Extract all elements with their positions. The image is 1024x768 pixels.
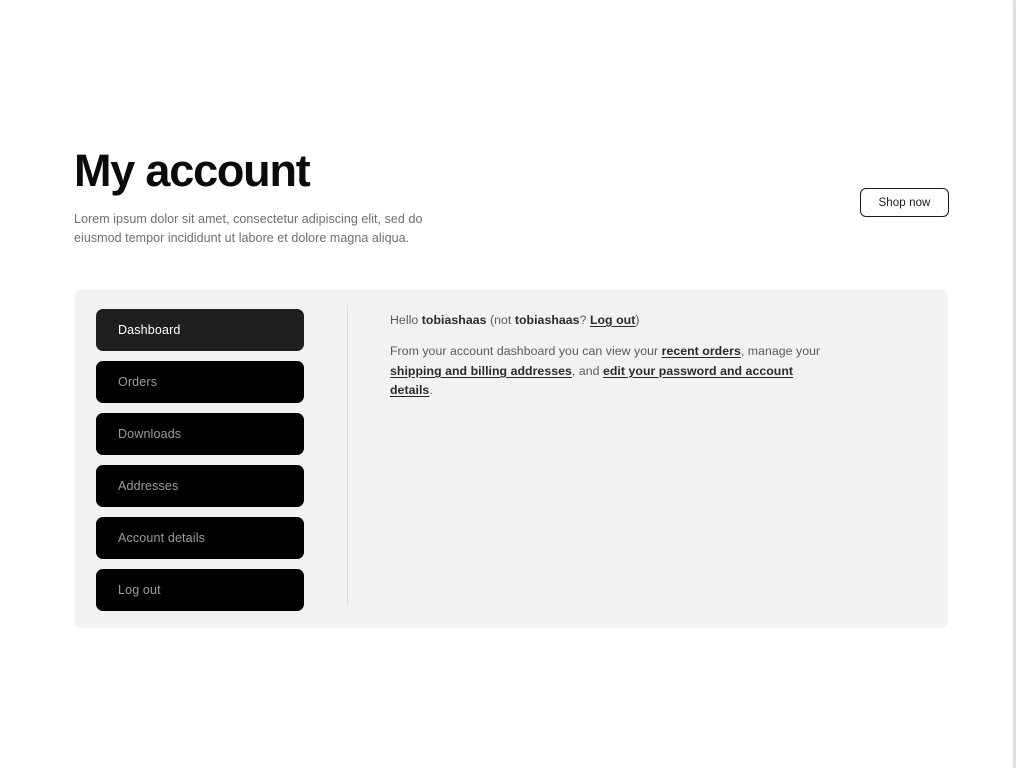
greeting-hello-prefix: Hello: [390, 313, 422, 327]
account-navigation: Dashboard Orders Downloads Addresses Acc…: [96, 309, 304, 611]
sidebar-item-account-details[interactable]: Account details: [96, 517, 304, 559]
shipping-billing-addresses-link[interactable]: shipping and billing addresses: [390, 364, 572, 378]
account-panel: Dashboard Orders Downloads Addresses Acc…: [75, 290, 948, 628]
greeting-line: Hello tobiashaas (not tobiashaas? Log ou…: [390, 311, 835, 329]
panel-divider: [347, 305, 348, 606]
greeting-question-mark: ?: [579, 313, 590, 327]
greeting-closing-paren: ): [635, 313, 640, 327]
page-header: My account Lorem ipsum dolor sit amet, c…: [74, 145, 950, 247]
account-panel-inner: Dashboard Orders Downloads Addresses Acc…: [75, 290, 948, 628]
page-subtitle: Lorem ipsum dolor sit amet, consectetur …: [74, 212, 423, 245]
page-title: My account: [74, 145, 311, 196]
sidebar-item-addresses[interactable]: Addresses: [96, 465, 304, 507]
sidebar-item-downloads[interactable]: Downloads: [96, 413, 304, 455]
log-out-link[interactable]: Log out: [590, 313, 635, 327]
sidebar-item-log-out[interactable]: Log out: [96, 569, 304, 611]
greeting-not-user-name: tobiashaas: [514, 313, 580, 327]
blurb-part-2: , manage your: [740, 344, 821, 359]
vertical-scrollbar-thumb[interactable]: [1013, 0, 1016, 768]
blurb-part-4: .: [429, 383, 433, 398]
sidebar-item-orders[interactable]: Orders: [96, 361, 304, 403]
greeting-not-prefix: (not: [486, 313, 515, 327]
blurb-part-3: , and: [571, 363, 603, 378]
recent-orders-link[interactable]: recent orders: [662, 344, 741, 358]
shop-now-button[interactable]: Shop now: [860, 188, 949, 217]
dashboard-blurb: From your account dashboard you can view…: [390, 342, 835, 400]
greeting-user-name: tobiashaas: [421, 313, 487, 327]
page-root: My account Lorem ipsum dolor sit amet, c…: [0, 0, 1024, 768]
blurb-part-1: From your account dashboard you can view…: [390, 344, 662, 359]
account-content: Hello tobiashaas (not tobiashaas? Log ou…: [390, 311, 835, 401]
sidebar-item-dashboard[interactable]: Dashboard: [96, 309, 304, 351]
vertical-scrollbar[interactable]: [1013, 0, 1016, 768]
